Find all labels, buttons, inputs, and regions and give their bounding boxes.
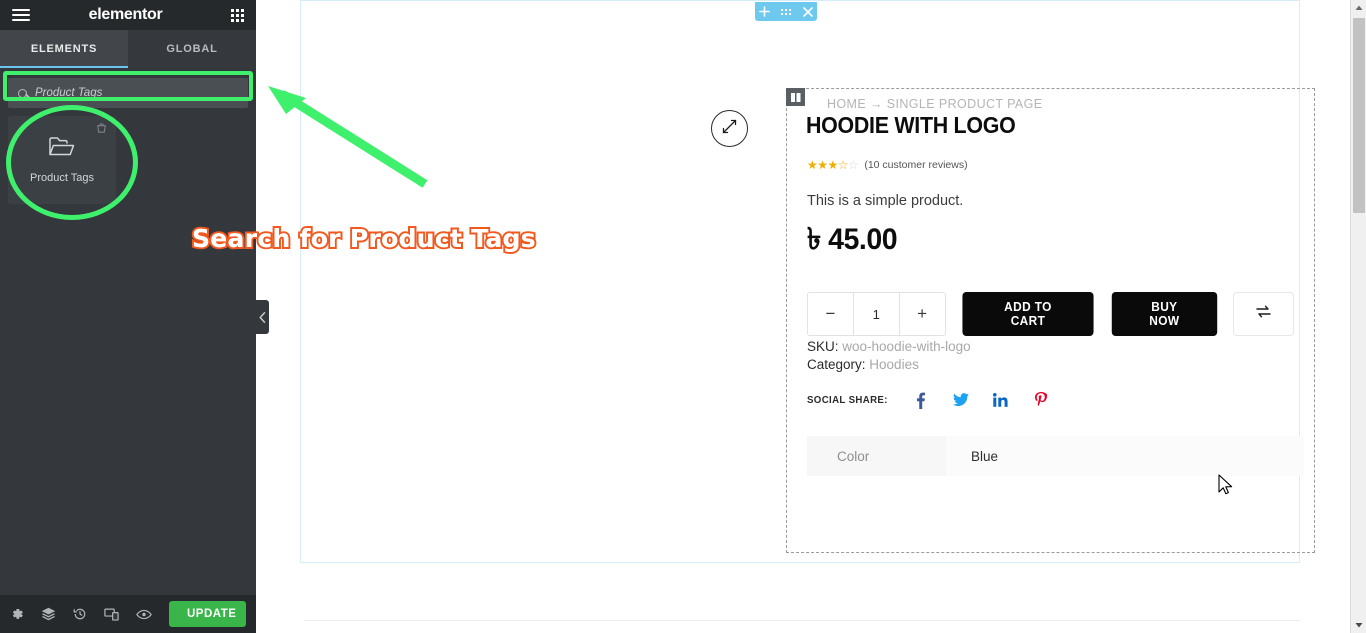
elementor-editor-screen: HOME → SINGLE PRODUCT PAGE HOODIE WITH L… — [0, 0, 1366, 633]
quantity-decrement-button[interactable]: − — [808, 293, 853, 335]
category-label: Category: — [807, 357, 866, 372]
search-input[interactable] — [35, 87, 238, 99]
buy-now-button[interactable]: BUY NOW — [1112, 292, 1218, 336]
compare-button[interactable] — [1233, 292, 1294, 336]
search-widgets-area — [0, 68, 256, 112]
gear-icon[interactable] — [10, 607, 24, 621]
reviews-link[interactable]: (10 customer reviews) — [864, 159, 967, 171]
history-clock-icon[interactable] — [73, 607, 87, 621]
expand-diagonal-icon — [721, 118, 738, 140]
elementor-logo: elementor — [88, 6, 163, 23]
dots-grid-icon[interactable] — [781, 8, 792, 16]
widget-product-tags[interactable]: Product Tags — [8, 116, 116, 204]
plus-icon[interactable] — [759, 6, 770, 17]
quantity-increment-button[interactable]: + — [899, 293, 945, 335]
panel-footer[interactable]: UPDATE — [0, 595, 256, 633]
pro-cart-badge — [95, 122, 108, 140]
compare-arrows-icon — [1255, 304, 1272, 324]
editor-canvas[interactable]: HOME → SINGLE PRODUCT PAGE HOODIE WITH L… — [256, 0, 1350, 633]
section-divider — [304, 620, 1300, 621]
scroll-down-arrow[interactable] — [1351, 617, 1366, 633]
sku-value: woo-hoodie-with-logo — [842, 339, 971, 354]
layers-icon[interactable] — [41, 607, 56, 621]
add-to-cart-row: − 1 + ADD TO CART BUY NOW — [807, 292, 1294, 336]
add-to-cart-button[interactable]: ADD TO CART — [961, 292, 1094, 336]
panel-collapse-handle[interactable] — [256, 300, 269, 334]
quantity-stepper[interactable]: − 1 + — [807, 292, 946, 336]
attribute-value: Blue — [946, 436, 1304, 476]
short-description: This is a simple product. — [807, 193, 964, 209]
grid-apps-icon[interactable] — [231, 8, 244, 22]
currency-symbol: ৳ — [807, 223, 821, 256]
star-rating: ★★★☆☆ — [807, 158, 859, 172]
sku-line: SKU: woo-hoodie-with-logo — [807, 339, 1294, 354]
product-details: HOME → SINGLE PRODUCT PAGE HOODIE WITH L… — [787, 89, 1314, 476]
elementor-left-panel[interactable]: elementor ELEMENTS GLOBAL Product Tags P… — [0, 0, 256, 633]
responsive-devices-icon[interactable] — [104, 608, 119, 621]
category-value[interactable]: Hoodies — [869, 357, 919, 372]
price-amount: 45.00 — [828, 223, 898, 256]
quantity-value[interactable]: 1 — [852, 293, 900, 335]
linkedin-icon[interactable] — [987, 386, 1015, 414]
search-icon — [18, 88, 27, 98]
rating-row: ★★★☆☆ (10 customer reviews) — [807, 159, 1294, 171]
update-button-group[interactable]: UPDATE — [169, 601, 246, 627]
pinterest-icon[interactable] — [1027, 386, 1055, 414]
scroll-up-arrow[interactable] — [1351, 0, 1366, 16]
panel-tabs[interactable]: ELEMENTS GLOBAL — [0, 30, 256, 68]
tab-global[interactable]: GLOBAL — [128, 30, 256, 68]
section-toolbar-handle[interactable] — [755, 2, 817, 21]
close-x-icon[interactable] — [803, 6, 813, 17]
attribute-name: Color — [807, 436, 946, 476]
product-price: ৳ 45.00 — [807, 215, 1270, 266]
widgets-list: Product Tags — [0, 112, 256, 208]
social-share-row: SOCIAL SHARE: — [807, 386, 1294, 414]
facebook-icon[interactable] — [907, 386, 935, 414]
attributes-table: Color Blue — [807, 436, 1304, 476]
columns-handle-icon[interactable] — [786, 88, 805, 106]
image-zoom-button[interactable] — [711, 110, 748, 147]
widget-label: Product Tags — [29, 172, 94, 184]
scrollbar-thumb[interactable] — [1353, 18, 1365, 213]
panel-header: elementor — [0, 0, 256, 30]
product-widget-container[interactable]: HOME → SINGLE PRODUCT PAGE HOODIE WITH L… — [786, 88, 1315, 553]
eye-icon[interactable] — [136, 609, 152, 620]
sku-label: SKU: — [807, 339, 839, 354]
twitter-icon[interactable] — [947, 386, 975, 414]
search-box[interactable] — [8, 78, 248, 108]
category-line: Category: Hoodies — [807, 357, 1294, 372]
page-title: HOODIE WITH LOGO — [806, 112, 1016, 138]
page-scrollbar[interactable] — [1350, 0, 1366, 633]
folder-icon — [49, 136, 75, 163]
social-share-label: SOCIAL SHARE: — [807, 394, 888, 406]
tab-elements[interactable]: ELEMENTS — [0, 30, 128, 68]
breadcrumb[interactable]: HOME → SINGLE PRODUCT PAGE — [807, 97, 1294, 111]
update-button[interactable]: UPDATE — [169, 601, 246, 627]
